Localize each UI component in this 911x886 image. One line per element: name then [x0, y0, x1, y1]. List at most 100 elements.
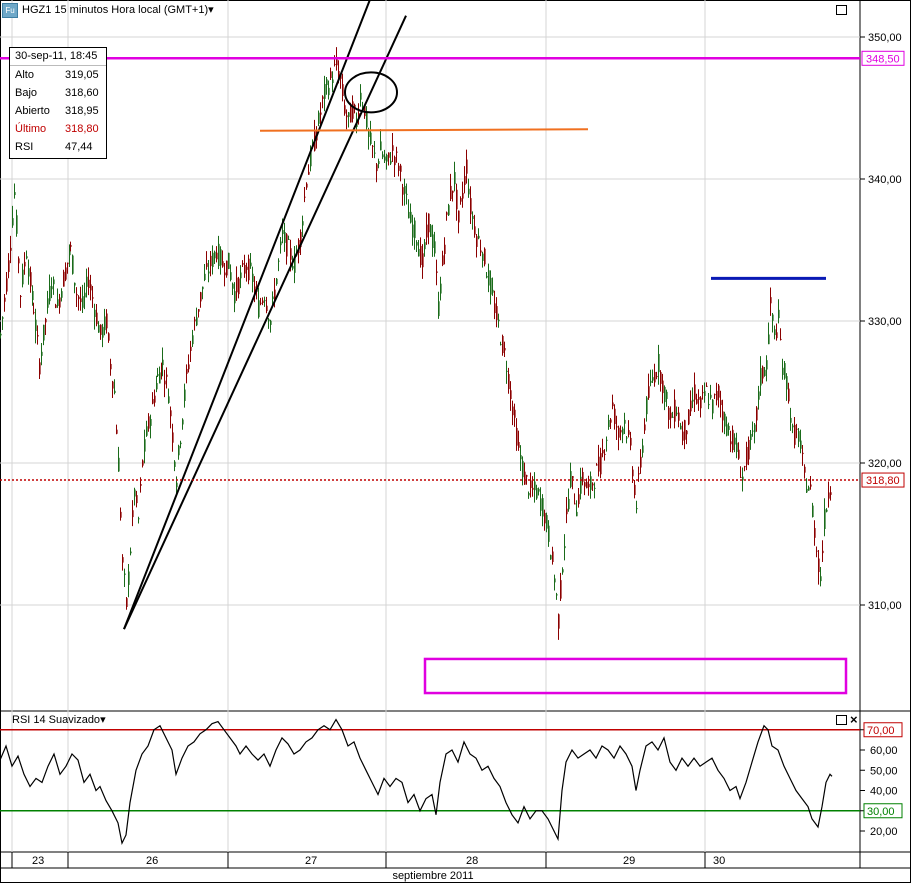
candle-body [750, 433, 752, 441]
candle-body [762, 366, 764, 379]
candle-body [350, 104, 352, 123]
candle-body [202, 286, 204, 290]
chevron-down-icon[interactable]: ▾ [100, 714, 106, 726]
candle-body [756, 407, 758, 421]
candlestick-series [0, 47, 832, 640]
candle-body [712, 399, 714, 414]
candle-body [616, 426, 618, 428]
candle-body [174, 461, 176, 467]
candle-body [574, 503, 576, 505]
info-label: Bajo [15, 87, 38, 99]
candle-body [812, 505, 814, 518]
candle-body [776, 332, 778, 339]
candle-body [330, 71, 332, 79]
candle-body [434, 241, 436, 254]
candle-body [552, 551, 554, 562]
candle-body [544, 512, 546, 524]
candle-body [704, 390, 706, 396]
candle-body [92, 297, 94, 299]
candle-body [51, 286, 53, 290]
candle-body [764, 369, 766, 376]
info-row-low: Bajo 318,60 [10, 84, 106, 102]
candle-body [728, 425, 730, 430]
candle-body [678, 412, 680, 421]
y-tick-label: 310,00 [868, 600, 902, 612]
candle-body [514, 409, 516, 418]
candle-body [588, 483, 590, 488]
candle-body [45, 319, 47, 323]
candle-body [390, 160, 392, 164]
candle-body [610, 419, 612, 423]
candle-body [53, 279, 55, 285]
candle-body [404, 185, 406, 194]
candle-body [598, 456, 600, 472]
candle-body [186, 368, 188, 374]
candle-body [450, 185, 452, 200]
candle-body [622, 428, 624, 435]
candle-body [670, 412, 672, 419]
candle-body [20, 295, 22, 297]
y-tick-label: 320,00 [868, 458, 902, 470]
candle-body [132, 510, 134, 518]
candle-body [740, 477, 742, 479]
candle-body [144, 439, 146, 452]
rsi-panel-title[interactable]: RSI 14 Suavizado▾ [12, 713, 106, 727]
candle-body [512, 406, 514, 416]
candle-body [420, 245, 422, 266]
candle-body [55, 304, 57, 308]
info-row-open: Abierto 318,95 [10, 102, 106, 120]
candle-body [726, 424, 728, 436]
candle-body [428, 213, 430, 233]
rsi-tick-label: 40,00 [870, 786, 898, 798]
candle-body [80, 298, 82, 303]
candle-body [159, 372, 161, 384]
candle-body [490, 277, 492, 295]
candle-body [4, 297, 6, 302]
candle-body [624, 419, 626, 424]
candle-body [176, 482, 178, 488]
candle-body [288, 239, 290, 241]
x-tick-label: 23 [32, 855, 44, 867]
x-tick-label: 30 [713, 855, 725, 867]
candle-body [442, 255, 444, 265]
candle-body [61, 291, 63, 298]
candle-body [668, 407, 670, 420]
candle-body [808, 487, 810, 491]
trendline-2 [123, 15, 407, 630]
close-icon[interactable]: × [850, 713, 858, 726]
price-chart-svg[interactable]: 23 26 27 28 29 30 septiembre 2011 310,00 320,00 3… [0, 0, 911, 883]
candle-body [88, 279, 90, 289]
candle-body [810, 484, 812, 487]
candle-body [110, 363, 112, 370]
candle-body [606, 439, 608, 441]
candle-body [496, 306, 498, 321]
chart-title-bar[interactable]: Fu HGZ1 15 minutos Hora local (GMT+1) ▾ [2, 2, 214, 18]
candle-body [800, 440, 802, 449]
rsi-tick-label: 60,00 [870, 745, 898, 757]
candle-body [688, 409, 690, 425]
candle-body [796, 428, 798, 430]
candle-body [696, 399, 698, 404]
maximize-icon[interactable] [836, 715, 847, 725]
maximize-icon[interactable] [836, 5, 847, 15]
candle-body [67, 262, 69, 265]
candle-body [134, 489, 136, 497]
candle-body [602, 449, 604, 454]
candle-body [130, 551, 132, 554]
candle-body [374, 152, 376, 154]
chevron-down-icon[interactable]: ▾ [208, 2, 214, 18]
candle-body [8, 260, 10, 272]
candle-body [636, 508, 638, 510]
candle-body [548, 525, 550, 542]
info-datetime: 30-sep-11, 18:45 [10, 48, 106, 66]
candle-body [672, 416, 674, 418]
candle-body [458, 210, 460, 223]
candle-body [222, 261, 224, 267]
candle-body [594, 487, 596, 489]
outer-border [0, 0, 911, 883]
candle-body [510, 390, 512, 400]
candle-body [43, 324, 45, 341]
candle-body [534, 481, 536, 491]
trendline-1 [123, 0, 371, 630]
candle-body [86, 276, 88, 287]
